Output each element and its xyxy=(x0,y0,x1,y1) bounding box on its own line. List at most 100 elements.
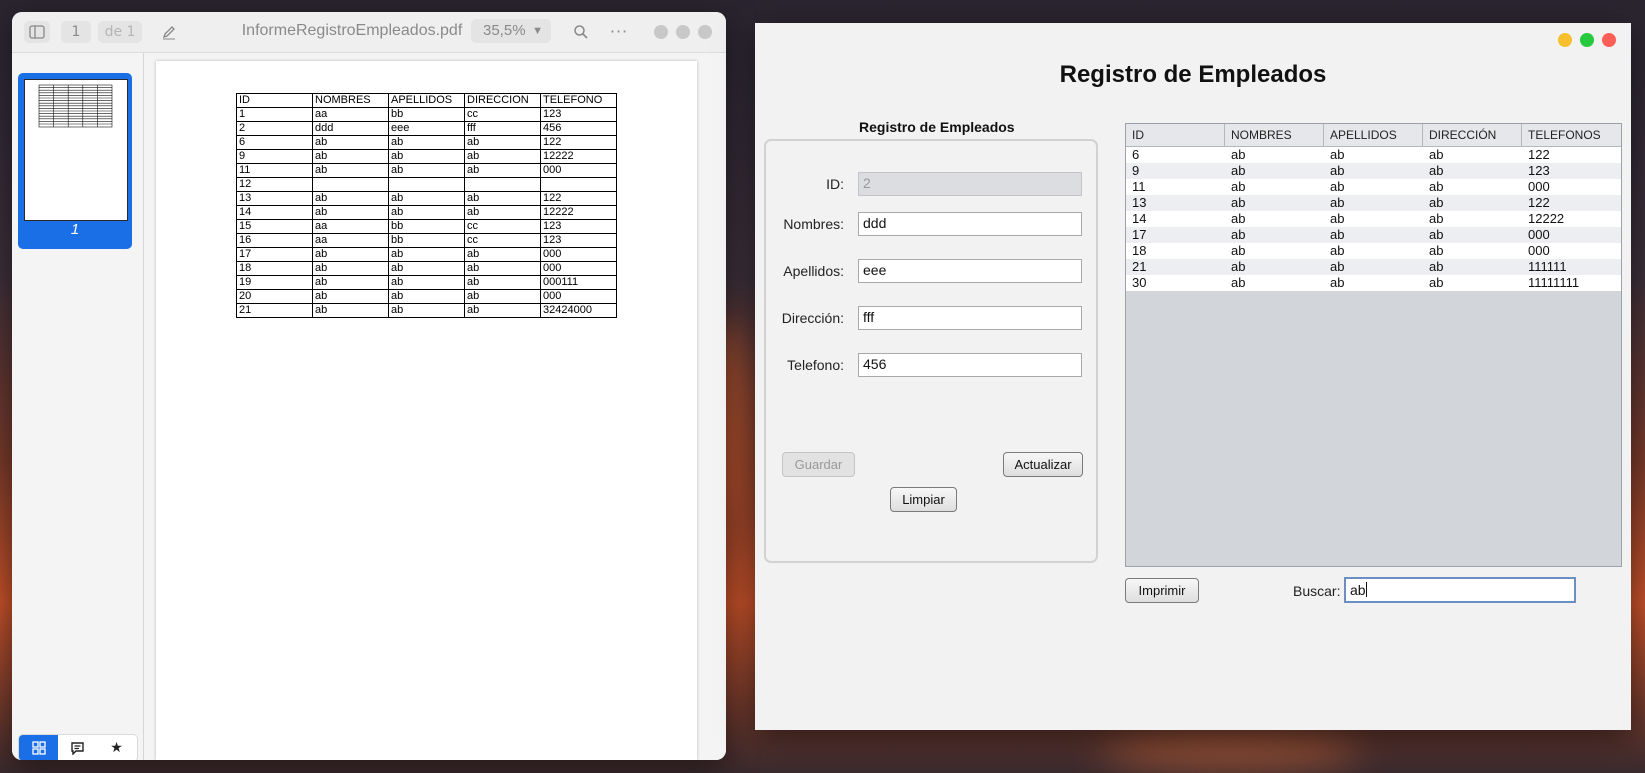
pdf-table-cell: 123 xyxy=(540,233,617,248)
pdf-table-cell: ab xyxy=(464,205,541,220)
table-cell: ab xyxy=(1429,243,1444,258)
pdf-table-cell: ab xyxy=(388,275,465,290)
pdf-table-cell: ab xyxy=(312,275,389,290)
pdf-table-cell: 12 xyxy=(236,177,313,192)
pdf-table-cell: ab xyxy=(464,247,541,262)
apellidos-label: Apellidos: xyxy=(783,263,844,279)
thumbnail-page-number: 1 xyxy=(70,221,80,238)
column-header-id[interactable]: ID xyxy=(1126,124,1225,146)
direccion-field[interactable]: fff xyxy=(858,306,1082,330)
limpiar-button[interactable]: Limpiar xyxy=(890,487,957,512)
table-row[interactable]: 9 ab ab ab 123 xyxy=(1126,163,1621,179)
pdf-table-row: 9 ab ab ab 12222 xyxy=(236,149,617,164)
page-thumbnail[interactable]: 1 xyxy=(18,73,132,249)
zoom-select[interactable]: 35,5% ▼ xyxy=(471,19,551,43)
table-cell: 000 xyxy=(1528,227,1550,242)
table-cell: ab xyxy=(1330,179,1345,194)
table-row[interactable]: 14 ab ab ab 12222 xyxy=(1126,211,1621,227)
pdf-table-cell: 20 xyxy=(236,289,313,304)
page-number-input[interactable]: 1 xyxy=(61,21,91,43)
column-header-telefonos[interactable]: TELEFONOS xyxy=(1522,124,1621,146)
document-title: InformeRegistroEmpleados.pdf xyxy=(241,22,463,39)
table-cell: 30 xyxy=(1132,275,1147,290)
guardar-button[interactable]: Guardar xyxy=(782,452,855,477)
id-label: ID: xyxy=(826,176,844,192)
registro-empleados-window: Registro de Empleados Registro de Emplea… xyxy=(755,23,1631,730)
column-header-nombres[interactable]: NOMBRES xyxy=(1225,124,1324,146)
star-icon[interactable]: ★ xyxy=(97,735,136,760)
search-icon[interactable] xyxy=(570,21,592,43)
pdf-table-cell: 14 xyxy=(236,205,313,220)
pdf-table-cell: APELLIDOS xyxy=(388,93,465,108)
table-cell: ab xyxy=(1231,259,1246,274)
pdf-table-cell: 123 xyxy=(540,107,617,122)
pdf-table-cell: aa xyxy=(312,219,389,234)
window-maximize-button[interactable] xyxy=(676,25,690,39)
table-row[interactable]: 21 ab ab ab 111111 xyxy=(1126,259,1621,275)
sidebar-toggle-button[interactable] xyxy=(24,21,50,43)
pdf-table-row: 13 ab ab ab 122 xyxy=(236,191,617,206)
pdf-table-cell: NOMBRES xyxy=(312,93,389,108)
window-minimize-button[interactable] xyxy=(1558,33,1572,47)
pdf-toolbar: 1 de 1 InformeRegistroEmpleados.pdf 35,5… xyxy=(12,12,726,53)
pdf-table-row: 1 aa bb cc 123 xyxy=(236,107,617,122)
actualizar-button[interactable]: Actualizar xyxy=(1003,452,1083,477)
table-cell: ab xyxy=(1330,147,1345,162)
pdf-table-cell: 000 xyxy=(540,163,617,178)
annotate-pen-icon[interactable] xyxy=(158,21,180,43)
comment-icon[interactable] xyxy=(58,735,97,760)
window-close-button[interactable] xyxy=(1602,33,1616,47)
column-header-apellidos[interactable]: APELLIDOS xyxy=(1324,124,1423,146)
employees-table[interactable]: ID NOMBRES APELLIDOS DIRECCIÓN TELEFONOS… xyxy=(1125,123,1622,567)
table-row[interactable]: 6 ab ab ab 122 xyxy=(1126,147,1621,163)
more-icon[interactable]: ··· xyxy=(608,21,630,43)
pdf-table-cell: bb xyxy=(388,107,465,122)
pdf-table-cell xyxy=(388,177,465,192)
pdf-table-cell: eee xyxy=(388,121,465,136)
window-close-button[interactable] xyxy=(698,25,712,39)
pdf-table-cell: ab xyxy=(312,247,389,262)
table-cell: 122 xyxy=(1528,147,1550,162)
table-row[interactable]: 13 ab ab ab 122 xyxy=(1126,195,1621,211)
table-row[interactable]: 30 ab ab ab 11111111 xyxy=(1126,275,1621,291)
pdf-table-cell: 12222 xyxy=(540,205,617,220)
nombres-field[interactable]: ddd xyxy=(858,212,1082,236)
imprimir-button[interactable]: Imprimir xyxy=(1125,578,1199,603)
table-cell: 6 xyxy=(1132,147,1140,162)
table-cell: ab xyxy=(1330,195,1345,210)
zoom-value: 35,5% xyxy=(483,22,526,39)
text-cursor xyxy=(1365,582,1367,597)
pdf-table-cell: ab xyxy=(464,261,541,276)
nombres-label: Nombres: xyxy=(783,216,844,232)
pdf-table-cell: cc xyxy=(464,107,541,122)
table-row[interactable]: 11 ab ab ab 000 xyxy=(1126,179,1621,195)
table-row[interactable]: 17 ab ab ab 000 xyxy=(1126,227,1621,243)
window-maximize-button[interactable] xyxy=(1580,33,1594,47)
pdf-report-table: ID NOMBRES APELLIDOS DIRECCION TELEFONO 1 aa bb… xyxy=(236,93,617,318)
table-cell: 12222 xyxy=(1528,211,1565,226)
pdf-table-cell: ID xyxy=(236,93,313,108)
search-input[interactable]: ab xyxy=(1344,577,1576,603)
table-cell: 13 xyxy=(1132,195,1147,210)
telefono-field[interactable]: 456 xyxy=(858,353,1082,377)
pdf-table-cell: ab xyxy=(312,261,389,276)
table-cell: 14 xyxy=(1132,211,1147,226)
pdf-table-cell: ab xyxy=(312,149,389,164)
pdf-table-cell: fff xyxy=(464,121,541,136)
pdf-document-area[interactable]: ID NOMBRES APELLIDOS DIRECCION TELEFONO 1 aa bb… xyxy=(144,53,726,760)
pdf-table-row: 15 aa bb cc 123 xyxy=(236,219,617,234)
pdf-table-cell: 19 xyxy=(236,275,313,290)
table-cell: 18 xyxy=(1132,243,1147,258)
table-cell: ab xyxy=(1429,147,1444,162)
pdf-table-cell: ab xyxy=(388,303,465,318)
table-row[interactable]: 18 ab ab ab 000 xyxy=(1126,243,1621,259)
grid-view-icon[interactable] xyxy=(19,735,58,760)
pdf-table-cell: ab xyxy=(464,191,541,206)
pdf-table-cell: ab xyxy=(312,135,389,150)
apellidos-field[interactable]: eee xyxy=(858,259,1082,283)
window-minimize-button[interactable] xyxy=(654,25,668,39)
pdf-table-cell: 12222 xyxy=(540,149,617,164)
column-header-direccion[interactable]: DIRECCIÓN xyxy=(1423,124,1522,146)
table-cell: 111111 xyxy=(1528,259,1567,274)
table-cell: 11111111 xyxy=(1528,275,1580,290)
